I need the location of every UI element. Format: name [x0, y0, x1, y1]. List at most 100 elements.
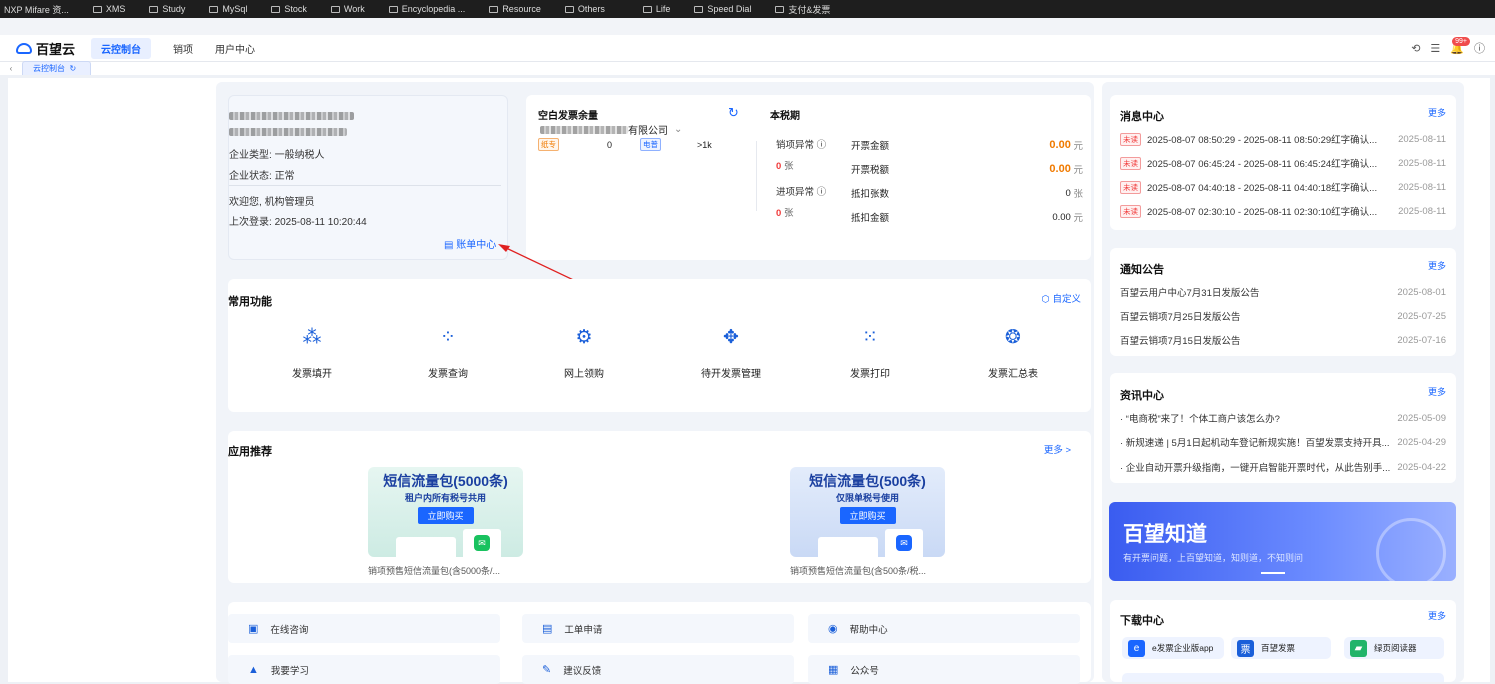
download-e-invoice-app[interactable]: e e发票企业版app — [1122, 637, 1224, 659]
stat-row: 抵扣张数 0 张 — [851, 187, 1083, 201]
bookmark-folder[interactable]: MySql — [209, 4, 259, 14]
service-online-consult[interactable]: ▣ 在线咨询 — [228, 614, 500, 643]
bookmark-folder[interactable]: Study — [149, 4, 197, 14]
bookmark-item[interactable]: NXP Mifare 资... — [4, 3, 81, 16]
news-more-link[interactable]: 更多 — [1428, 385, 1446, 398]
bookmark-folder[interactable]: Stock — [271, 4, 319, 14]
news-card: 资讯中心 更多 · “电商税”来了！个体工商户该怎么办? 2025-05-09 ·… — [1110, 373, 1456, 483]
invoice-query-icon: ⁘ — [440, 327, 456, 348]
notice-item[interactable]: 百望云销项7月25日发版公告 2025-07-25 — [1120, 306, 1446, 326]
news-title: 资讯中心 — [1120, 390, 1164, 402]
notices-more-link[interactable]: 更多 — [1428, 259, 1446, 272]
folder-icon — [330, 5, 340, 13]
downloads-more-link[interactable]: 更多 — [1428, 609, 1446, 622]
refresh-icon[interactable]: ⟲ — [1411, 42, 1420, 55]
service-feedback[interactable]: ✎ 建议反馈 — [522, 655, 794, 684]
help-icon[interactable]: ⓘ — [1474, 40, 1485, 56]
service-ticket[interactable]: ▤ 工单申请 — [522, 614, 794, 643]
purchase-abnormal-count[interactable]: 0 张 — [776, 205, 793, 219]
divider — [229, 185, 501, 186]
phone-mockup — [396, 537, 456, 557]
folder-icon — [388, 5, 398, 13]
blank-invoice-title: 空白发票余量 — [538, 111, 598, 122]
news-item[interactable]: · 企业自动开票升级指南，一键开启智能开票时代，从此告别手... 2025-04-… — [1120, 457, 1446, 477]
folder-icon — [209, 5, 219, 13]
bookmark-folder[interactable]: Life — [642, 4, 683, 14]
sales-abnormal-count[interactable]: 0 张 — [776, 158, 793, 172]
folder-icon — [489, 5, 499, 13]
tab-sales[interactable]: 销项 — [173, 38, 193, 59]
stat-row: 抵扣金额 0.00 元 — [851, 211, 1083, 225]
bookmark-folder[interactable]: Resource — [489, 4, 553, 14]
bookmark-folder[interactable]: Speed Dial — [694, 4, 763, 14]
promo-sms-5000[interactable]: 短信流量包(5000条) 租户内所有税号共用 立即购买 ✉ — [368, 467, 523, 557]
func-online-purchase[interactable]: ⚙ 网上领购 — [524, 326, 644, 380]
folder-icon — [271, 5, 281, 13]
bookmark-folder[interactable]: Encyclopedia ... — [388, 4, 478, 14]
bookmark-folder[interactable]: XMS — [92, 4, 138, 14]
apps-more-link[interactable]: 更多 > — [1044, 442, 1071, 456]
e-invoice-icon: e — [1128, 639, 1145, 657]
promo-caption: 销项预售短信流量包(含5000条/... — [368, 566, 501, 576]
func-invoice-print[interactable]: ⁙ 发票打印 — [810, 326, 930, 380]
bookmark-folder[interactable]: Others — [564, 4, 617, 14]
graduation-cap-icon: ▲ — [248, 663, 259, 676]
download-center-card: 下载中心 更多 e e发票企业版app 票百望发票 ▰ 绿页阅读器 — [1110, 600, 1456, 682]
service-learning[interactable]: ▲ 我要学习 — [228, 655, 500, 684]
list-icon[interactable]: ☰ — [1430, 42, 1440, 55]
func-invoice-issue[interactable]: ⁂ 发票填开 — [252, 326, 372, 380]
carousel-indicator[interactable] — [1261, 572, 1285, 574]
tab-console-page[interactable]: 云控制台 ↻ — [22, 61, 92, 75]
question-icon[interactable]: ⓘ — [817, 187, 827, 198]
message-item[interactable]: 未读 2025-08-07 08:50:29 - 2025-08-11 08:50… — [1120, 129, 1446, 149]
sales-abnormal-label: 销项异常 ⓘ — [776, 140, 827, 151]
service-official-account[interactable]: ▦ 公众号 — [808, 655, 1080, 684]
notice-item[interactable]: 百望云用户中心7月31日发版公告 2025-08-01 — [1120, 282, 1446, 302]
tabs-back-button[interactable]: ‹ — [0, 61, 22, 75]
tab-user-center[interactable]: 用户中心 — [215, 38, 255, 59]
reload-icon[interactable]: ↻ — [69, 64, 76, 73]
message-item[interactable]: 未读 2025-08-07 04:40:18 - 2025-08-11 04:40… — [1120, 177, 1446, 197]
message-item[interactable]: 未读 2025-08-07 06:45:24 - 2025-08-11 06:45… — [1120, 153, 1446, 173]
func-pending-invoices[interactable]: ✥ 待开发票管理 — [671, 326, 791, 380]
app-recommend-card: 应用推荐 更多 > 短信流量包(5000条) 租户内所有税号共用 立即购买 ✉ … — [228, 431, 1091, 583]
chevron-down-icon: ⌄ — [674, 124, 683, 135]
download-green-reader[interactable]: ▰ 绿页阅读器 — [1344, 637, 1444, 659]
customize-button[interactable]: ⬡ 自定义 — [1042, 291, 1081, 305]
bill-center-link[interactable]: ▤ 账单中心 — [444, 236, 496, 251]
chat-icon: ✉ — [885, 529, 923, 557]
refresh-icon[interactable]: ↻ — [728, 105, 739, 121]
question-icon[interactable]: ⓘ — [817, 140, 827, 151]
news-item[interactable]: · “电商税”来了！个体工商户该怎么办? 2025-05-09 — [1120, 408, 1446, 428]
phone-mockup — [818, 537, 878, 557]
functions-title: 常用功能 — [228, 296, 272, 308]
stat-row: 开票金额 0.00 元 — [851, 139, 1083, 152]
buy-now-button[interactable]: 立即购买 — [839, 507, 896, 524]
func-invoice-summary[interactable]: ❂ 发票汇总表 — [953, 326, 1073, 380]
bell-icon[interactable]: 🔔 99+ — [1450, 36, 1470, 55]
news-item[interactable]: · 新规速递 | 5月1日起机动车登记新规实施！百望发票支持开具... 2025-… — [1120, 432, 1446, 452]
promo-sms-500[interactable]: 短信流量包(500条) 仅限单税号使用 立即购买 ✉ — [790, 467, 945, 557]
apps-title: 应用推荐 — [228, 446, 272, 458]
buy-now-button[interactable]: 立即购买 — [417, 507, 474, 524]
tab-console[interactable]: 云控制台 — [91, 37, 152, 59]
notice-item[interactable]: 百望云销项7月15日发版公告 2025-07-16 — [1120, 330, 1446, 350]
bookmark-folder[interactable]: Work — [330, 4, 377, 14]
stat-row: 开票税额 0.00 元 — [851, 163, 1083, 176]
company-suffix: 有限公司 — [628, 126, 668, 137]
messages-more-link[interactable]: 更多 — [1428, 106, 1446, 119]
edit-icon: ✎ — [542, 664, 552, 676]
company-select[interactable]: 有限公司 ⌄ — [540, 122, 682, 137]
download-item-partial[interactable] — [1122, 673, 1444, 682]
func-invoice-query[interactable]: ⁘ 发票查询 — [388, 326, 508, 380]
baiwang-know-banner[interactable]: 百望知道 有开票问题，上百望知道，知则道，不知则问 — [1109, 502, 1456, 581]
bookmark-folder[interactable]: 支付&发票 — [775, 3, 842, 16]
period-title: 本税期 — [770, 111, 800, 122]
invoice-issue-icon: ⁂ — [302, 327, 322, 348]
paper-special-row: 纸专 0 — [538, 138, 612, 151]
download-baiwang-invoice[interactable]: 票百望发票 — [1231, 637, 1331, 659]
service-help-center[interactable]: ◉ 帮助中心 — [808, 614, 1080, 643]
welcome-text: 欢迎您, 机构管理员 — [229, 197, 315, 208]
app-logo[interactable]: 百望云 — [16, 39, 75, 58]
message-item[interactable]: 未读 2025-08-07 02:30:10 - 2025-08-11 02:30… — [1120, 201, 1446, 221]
